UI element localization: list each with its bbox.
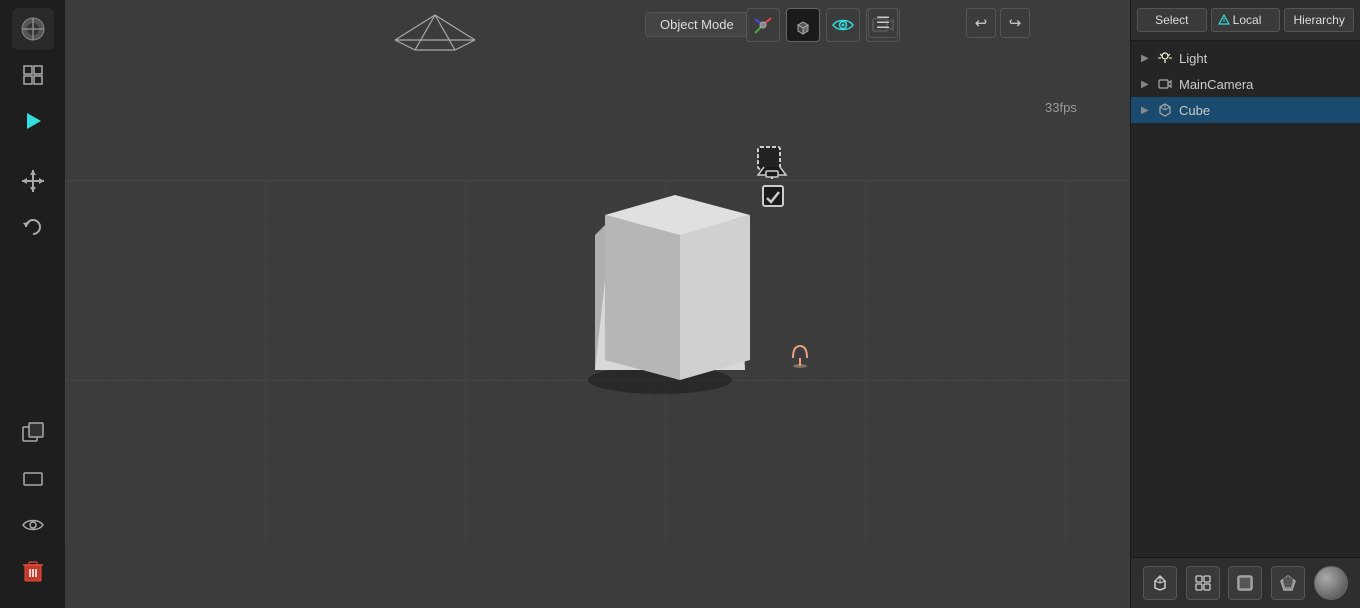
- camera-view-button[interactable]: [826, 8, 860, 42]
- view-cube-button[interactable]: [786, 8, 820, 42]
- axis-gizmo-button[interactable]: [746, 8, 780, 42]
- scene-properties-button[interactable]: [1143, 566, 1177, 600]
- hierarchy-list: ▶ Light ▶ MainC: [1131, 41, 1360, 557]
- local-label: Local: [1233, 13, 1262, 27]
- rp-toolbar: Select Local Hierarchy: [1131, 0, 1360, 41]
- left-toolbar: [0, 0, 65, 608]
- selection-overlay: [756, 145, 790, 208]
- hierarchy-arrow-camera: ▶: [1141, 79, 1151, 90]
- hierarchy-label-camera: MainCamera: [1179, 77, 1350, 92]
- select-button[interactable]: Select: [1137, 8, 1207, 32]
- local-button[interactable]: Local: [1211, 8, 1281, 32]
- menu-button[interactable]: ☰: [868, 8, 898, 38]
- hierarchy-arrow-light: ▶: [1141, 53, 1151, 64]
- refresh-button[interactable]: [12, 206, 54, 248]
- frame-button[interactable]: [12, 458, 54, 500]
- blender-logo-button[interactable]: [12, 8, 54, 50]
- object-properties-button[interactable]: [1228, 566, 1262, 600]
- play-button[interactable]: [12, 100, 54, 142]
- viewport-3d[interactable]: Object Mode 33fps: [65, 0, 1130, 608]
- cube-icon: [1157, 102, 1173, 118]
- right-panel: Select Local Hierarchy ▶: [1130, 0, 1360, 608]
- hierarchy-button[interactable]: Hierarchy: [1284, 8, 1354, 32]
- hierarchy-item-light[interactable]: ▶ Light: [1131, 45, 1360, 71]
- undo-redo-controls: ↩ ↪: [966, 8, 1030, 38]
- material-properties-button[interactable]: [1314, 566, 1348, 600]
- fps-counter: 33fps: [1045, 100, 1077, 115]
- undo-button[interactable]: ↩: [966, 8, 996, 38]
- move-tool-button[interactable]: [12, 160, 54, 202]
- object-mode-dropdown[interactable]: Object Mode: [645, 12, 749, 37]
- modifier-properties-button[interactable]: [1271, 566, 1305, 600]
- cube-3d: [588, 195, 750, 394]
- delete-button[interactable]: [12, 550, 54, 592]
- layers-button[interactable]: [1186, 566, 1220, 600]
- hierarchy-item-cube[interactable]: ▶ Cube: [1131, 97, 1360, 123]
- hierarchy-item-maincamera[interactable]: ▶ MainCamera: [1131, 71, 1360, 97]
- grid-canvas: [65, 0, 1130, 608]
- duplicate-button[interactable]: [12, 412, 54, 454]
- hierarchy-arrow-cube: ▶: [1141, 105, 1151, 116]
- outliner-button[interactable]: [12, 54, 54, 96]
- hierarchy-label-light: Light: [1179, 51, 1350, 66]
- camera-icon: [1157, 76, 1173, 92]
- rp-bottom-toolbar: [1131, 557, 1360, 608]
- redo-button[interactable]: ↪: [1000, 8, 1030, 38]
- hierarchy-label-cube: Cube: [1179, 103, 1350, 118]
- eye-button[interactable]: [12, 504, 54, 546]
- light-icon: [1157, 50, 1173, 66]
